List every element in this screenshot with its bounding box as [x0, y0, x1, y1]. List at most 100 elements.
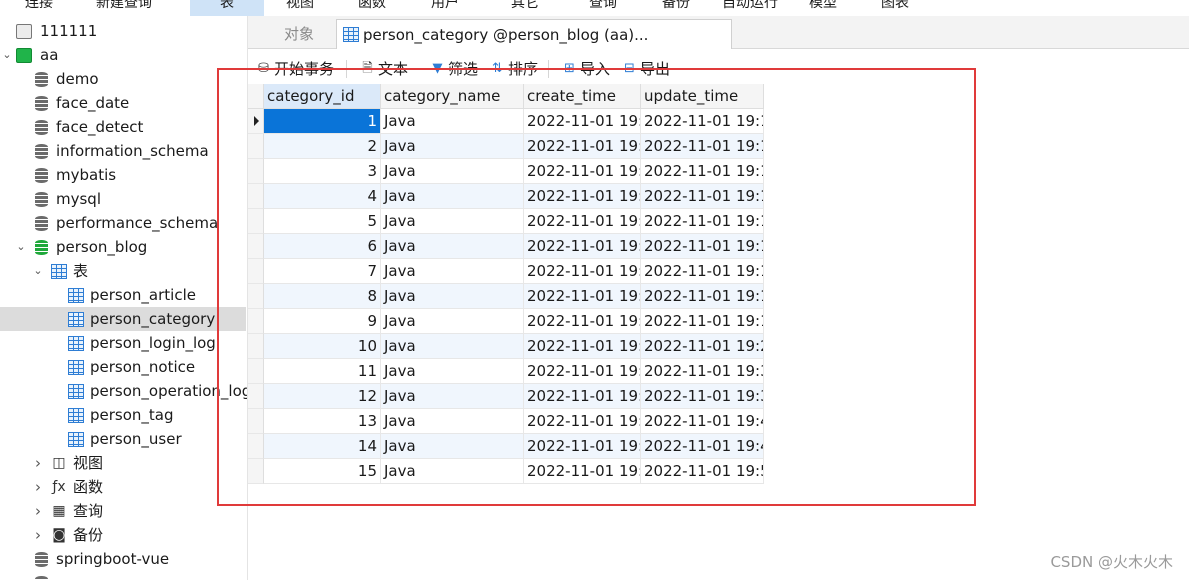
row-header[interactable] [248, 209, 264, 234]
row-header[interactable] [248, 359, 264, 384]
row-header[interactable] [248, 234, 264, 259]
table-cell[interactable]: Java [381, 384, 524, 409]
tree-connection[interactable]: ⌄ aa [0, 43, 246, 67]
table-cell[interactable]: 8 [264, 284, 381, 309]
column-header-create-time[interactable]: create_time [524, 84, 641, 109]
chevron-down-icon[interactable]: ⌄ [1, 43, 13, 67]
row-header[interactable] [248, 434, 264, 459]
tab-objects[interactable]: 对象 [262, 19, 336, 49]
menu-item-8[interactable]: 查询 [568, 0, 638, 16]
table-cell[interactable]: 2022-11-01 19:2 [641, 334, 764, 359]
table-cell[interactable]: Java [381, 334, 524, 359]
table-cell[interactable]: 2022-11-01 19:3 [524, 359, 641, 384]
table-cell[interactable]: 14 [264, 434, 381, 459]
table-cell[interactable]: 5 [264, 209, 381, 234]
tree-folder-tables[interactable]: ⌄ 表 [0, 259, 246, 283]
table-cell[interactable]: 2022-11-01 19:5 [641, 459, 764, 484]
table-cell[interactable]: Java [381, 109, 524, 134]
tree-folder[interactable]: › ƒx 函数 [0, 475, 246, 499]
chevron-right-icon[interactable]: › [32, 523, 44, 547]
table-cell[interactable]: 2022-11-01 19:1 [641, 109, 764, 134]
table-cell[interactable]: Java [381, 259, 524, 284]
row-header[interactable] [248, 159, 264, 184]
chevron-right-icon[interactable]: › [32, 451, 44, 475]
column-header-category-name[interactable]: category_name [381, 84, 524, 109]
tree-database[interactable]: face_detect [0, 115, 246, 139]
menu-item-2[interactable]: 新建查询 [80, 0, 168, 16]
table-cell[interactable]: 2022-11-01 19:1 [524, 309, 641, 334]
table-cell[interactable]: 2022-11-01 19:1 [641, 134, 764, 159]
menu-item-4[interactable]: 视图 [268, 0, 332, 16]
table-cell[interactable]: Java [381, 159, 524, 184]
table-cell[interactable]: 2022-11-01 19:2 [524, 334, 641, 359]
table-cell[interactable]: 3 [264, 159, 381, 184]
table-cell[interactable]: Java [381, 234, 524, 259]
menu-item-3[interactable]: 表 [190, 0, 264, 16]
tree-database[interactable]: information_schema [0, 139, 246, 163]
table-cell[interactable]: 1 [264, 109, 381, 134]
tree-database[interactable]: mybatis [0, 163, 246, 187]
row-header[interactable] [248, 309, 264, 334]
table-cell[interactable]: 2022-11-01 19:3 [641, 359, 764, 384]
menu-item-6[interactable]: 用户 [412, 0, 478, 16]
table-cell[interactable]: 2022-11-01 19:1 [641, 234, 764, 259]
table-cell[interactable]: 9 [264, 309, 381, 334]
table-cell[interactable]: 2022-11-01 19:1 [524, 184, 641, 209]
chevron-right-icon[interactable]: › [32, 475, 44, 499]
table-cell[interactable]: 2022-11-01 19:1 [524, 134, 641, 159]
table-cell[interactable]: 2 [264, 134, 381, 159]
table-cell[interactable]: Java [381, 134, 524, 159]
table-cell[interactable]: 7 [264, 259, 381, 284]
table-cell[interactable]: 2022-11-01 19:4 [524, 409, 641, 434]
table-cell[interactable]: 2022-11-01 19:1 [524, 209, 641, 234]
tree-table[interactable]: person_article [0, 283, 246, 307]
import-button[interactable]: ⊞ 导入 [562, 58, 610, 80]
tab-person-category[interactable]: person_category @person_blog (aa)... [336, 19, 732, 49]
tree-database[interactable]: performance_schema [0, 211, 246, 235]
table-cell[interactable]: 2022-11-01 19:1 [524, 109, 641, 134]
table-cell[interactable]: 2022-11-01 19:1 [641, 184, 764, 209]
tree-table[interactable]: person_category [0, 307, 246, 331]
table-cell[interactable]: 12 [264, 384, 381, 409]
sort-button[interactable]: ⇅ 排序 [490, 58, 538, 80]
menu-item-10[interactable]: 自动运行 [712, 0, 788, 16]
chevron-down-icon[interactable]: ⌄ [15, 235, 27, 259]
menu-item-9[interactable]: 备份 [642, 0, 710, 16]
table-cell[interactable]: 10 [264, 334, 381, 359]
table-cell[interactable]: 2022-11-01 19:3 [641, 384, 764, 409]
menu-item-1[interactable]: 连接 [8, 0, 70, 16]
row-header[interactable] [248, 284, 264, 309]
table-cell[interactable]: 2022-11-01 19:4 [641, 434, 764, 459]
table-cell[interactable]: 11 [264, 359, 381, 384]
table-cell[interactable]: Java [381, 409, 524, 434]
table-cell[interactable]: Java [381, 434, 524, 459]
tree-connection[interactable]: 111111 [0, 19, 246, 43]
table-cell[interactable]: 2022-11-01 19:1 [524, 234, 641, 259]
export-button[interactable]: ⊟ 导出 [622, 58, 670, 80]
table-cell[interactable]: Java [381, 309, 524, 334]
table-cell[interactable]: 2022-11-01 19:1 [641, 309, 764, 334]
tree-folder[interactable]: › ◫ 视图 [0, 451, 246, 475]
column-header-update-time[interactable]: update_time [641, 84, 764, 109]
tree-database[interactable]: springboot-vue [0, 547, 246, 571]
tree-table[interactable]: person_login_log [0, 331, 246, 355]
filter-button[interactable]: ▼ 筛选 [430, 58, 479, 80]
table-cell[interactable]: 2022-11-01 19:1 [641, 259, 764, 284]
table-cell[interactable]: Java [381, 359, 524, 384]
table-cell[interactable]: 2022-11-01 19:3 [524, 384, 641, 409]
tree-database[interactable]: mysql [0, 187, 246, 211]
table-cell[interactable]: 2022-11-01 19:1 [641, 159, 764, 184]
begin-transaction-button[interactable]: ⛁ 开始事务 [256, 58, 334, 80]
table-cell[interactable]: Java [381, 209, 524, 234]
table-cell[interactable]: 2022-11-01 19:1 [524, 159, 641, 184]
menu-item-11[interactable]: 模型 [792, 0, 854, 16]
tree-database[interactable]: demo [0, 67, 246, 91]
table-cell[interactable]: 15 [264, 459, 381, 484]
tree-database[interactable]: face_date [0, 91, 246, 115]
row-header[interactable] [248, 259, 264, 284]
row-header[interactable] [248, 334, 264, 359]
table-cell[interactable]: 13 [264, 409, 381, 434]
table-cell[interactable]: 2022-11-01 19:4 [641, 409, 764, 434]
table-cell[interactable]: 2022-11-01 19:1 [641, 284, 764, 309]
tree-database-open[interactable]: ⌄ person_blog [0, 235, 246, 259]
